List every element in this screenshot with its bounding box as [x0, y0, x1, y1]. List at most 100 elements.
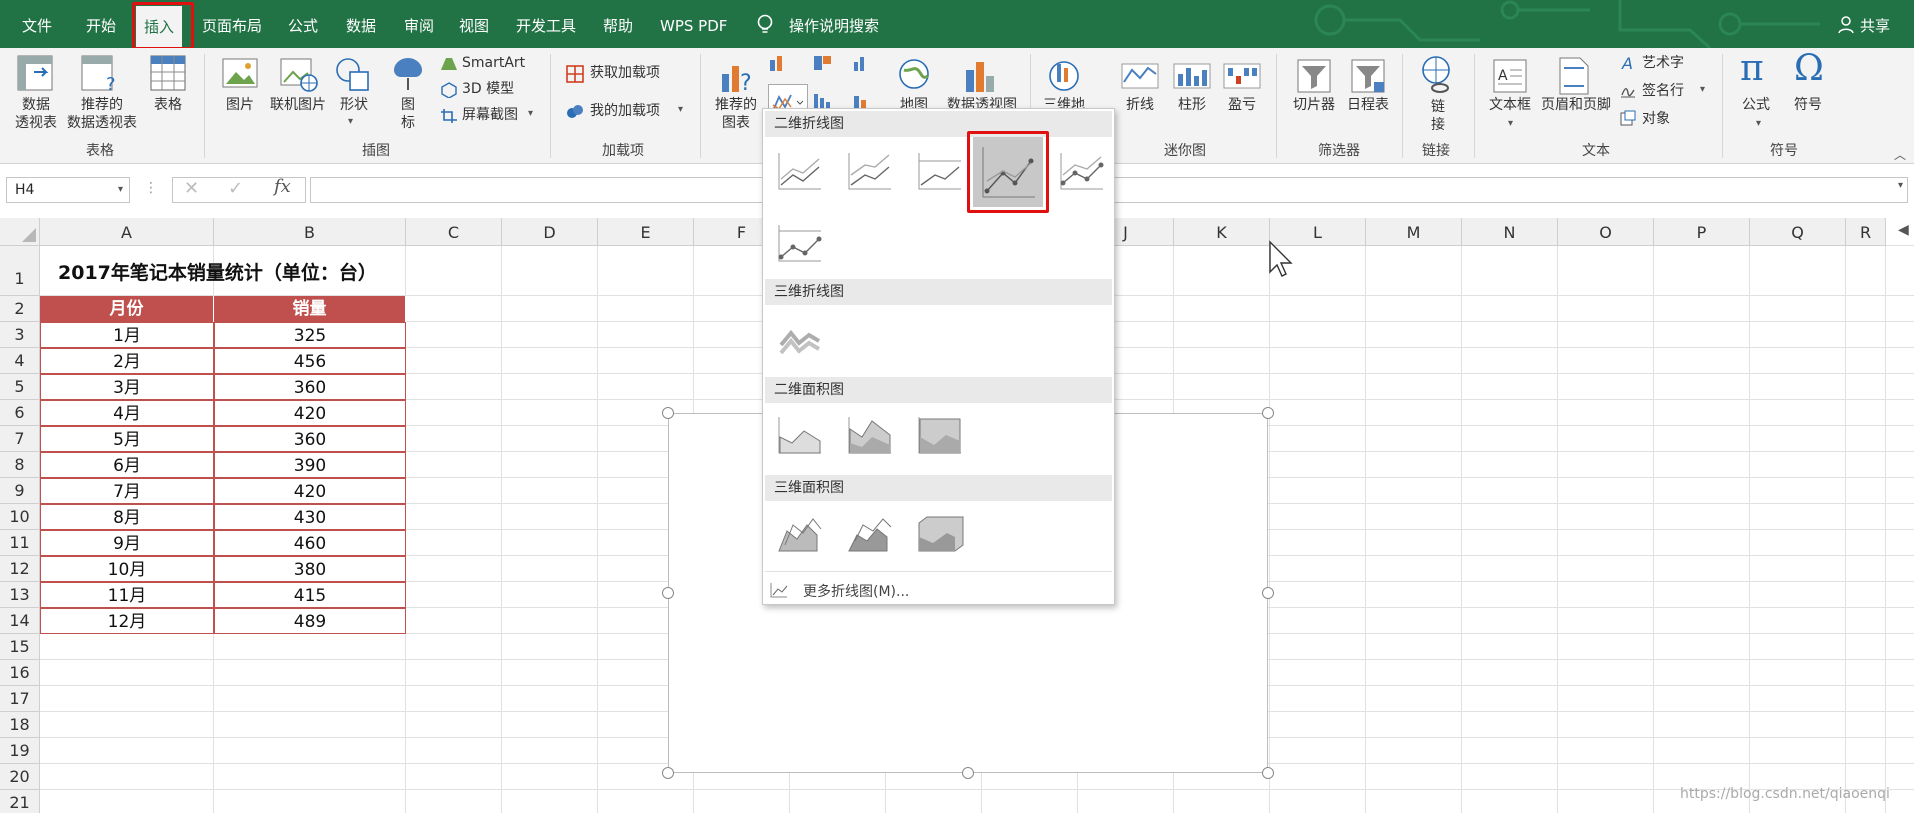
menu-formulas[interactable]: 公式: [288, 0, 318, 48]
row-header[interactable]: 12: [0, 556, 40, 582]
online-picture-button[interactable]: 联机图片: [266, 96, 330, 114]
row-header[interactable]: 14: [0, 608, 40, 634]
column-header[interactable]: K: [1174, 218, 1270, 246]
3d-stacked-area-option-icon[interactable]: [845, 511, 895, 557]
table-cell[interactable]: 360: [214, 426, 406, 452]
recommended-pivot-button[interactable]: 推荐的 数据透视表: [62, 96, 142, 132]
table-cell[interactable]: 5月: [40, 426, 214, 452]
table-cell[interactable]: 415: [214, 582, 406, 608]
column-header[interactable]: N: [1462, 218, 1558, 246]
3d-line-option-icon[interactable]: [775, 315, 825, 361]
resize-handle[interactable]: [962, 767, 974, 779]
menu-file[interactable]: 文件: [22, 0, 52, 48]
name-box[interactable]: H4 ▾: [6, 177, 130, 203]
select-all-corner[interactable]: [0, 218, 40, 246]
column-header[interactable]: Q: [1750, 218, 1846, 246]
resize-handle[interactable]: [662, 407, 674, 419]
pivot-table-button[interactable]: 数据 透视表: [12, 96, 60, 132]
tell-me-search[interactable]: 操作说明搜索: [789, 0, 879, 48]
row-header[interactable]: 19: [0, 738, 40, 764]
resize-handle[interactable]: [662, 587, 674, 599]
resize-handle[interactable]: [662, 767, 674, 779]
picture-button[interactable]: 图片: [218, 96, 262, 114]
table-cell[interactable]: 380: [214, 556, 406, 582]
stacked-area-option-icon[interactable]: [845, 413, 895, 459]
3d-area-option-icon[interactable]: [775, 511, 825, 557]
table-cell[interactable]: 420: [214, 400, 406, 426]
menu-home[interactable]: 开始: [86, 0, 116, 48]
100-stacked-area-option-icon[interactable]: [915, 413, 965, 459]
wordart-button[interactable]: 艺术字: [1642, 54, 1684, 72]
table-cell[interactable]: 460: [214, 530, 406, 556]
menu-view[interactable]: 视图: [459, 0, 489, 48]
cancel-icon[interactable]: ✕: [184, 178, 199, 199]
object-button[interactable]: 对象: [1642, 110, 1670, 128]
row-header[interactable]: 20: [0, 764, 40, 790]
row-header[interactable]: 15: [0, 634, 40, 660]
area-option-icon[interactable]: [775, 413, 825, 459]
column-header[interactable]: P: [1654, 218, 1750, 246]
smartart-button[interactable]: SmartArt: [462, 54, 525, 72]
table-cell[interactable]: 430: [214, 504, 406, 530]
signature-line-button[interactable]: 签名行: [1642, 82, 1684, 100]
sparkline-column-button[interactable]: 柱形: [1170, 96, 1214, 114]
menu-developer[interactable]: 开发工具: [516, 0, 576, 48]
menu-data[interactable]: 数据: [346, 0, 376, 48]
stacked-line-markers-option-icon[interactable]: [1057, 149, 1107, 195]
3d-100-stacked-area-option-icon[interactable]: [915, 511, 965, 557]
table-header-cell[interactable]: 销量: [214, 296, 406, 322]
table-cell[interactable]: 489: [214, 608, 406, 634]
equation-button[interactable]: 公式: [1742, 96, 1770, 114]
table-cell[interactable]: 456: [214, 348, 406, 374]
timeline-button[interactable]: 日程表: [1342, 96, 1394, 114]
table-cell[interactable]: 3月: [40, 374, 214, 400]
shapes-button[interactable]: 形状: [332, 96, 376, 114]
row-header[interactable]: 16: [0, 660, 40, 686]
recommended-charts-button[interactable]: 推荐的 图表: [708, 96, 764, 132]
resize-handle[interactable]: [1262, 767, 1274, 779]
row-header[interactable]: 4: [0, 348, 40, 374]
menu-wps-pdf[interactable]: WPS PDF: [660, 0, 727, 48]
table-cell[interactable]: 9月: [40, 530, 214, 556]
header-footer-button[interactable]: 页眉和页脚: [1536, 96, 1616, 114]
row-header[interactable]: 10: [0, 504, 40, 530]
table-cell[interactable]: 420: [214, 478, 406, 504]
confirm-icon[interactable]: ✓: [228, 178, 243, 199]
get-addins-button[interactable]: 获取加载项: [590, 64, 660, 82]
row-header[interactable]: 5: [0, 374, 40, 400]
table-button[interactable]: 表格: [146, 96, 190, 114]
column-header[interactable]: A: [40, 218, 214, 246]
line-chart-option-icon[interactable]: [775, 149, 825, 195]
table-cell[interactable]: 360: [214, 374, 406, 400]
row-header[interactable]: 6: [0, 400, 40, 426]
row-header[interactable]: 7: [0, 426, 40, 452]
table-cell[interactable]: 325: [214, 322, 406, 348]
screenshot-button[interactable]: 屏幕截图: [462, 106, 518, 124]
menu-help[interactable]: 帮助: [603, 0, 633, 48]
sparkline-winloss-button[interactable]: 盈亏: [1220, 96, 1264, 114]
row-header[interactable]: 11: [0, 530, 40, 556]
insert-function-button[interactable]: fx: [274, 176, 291, 197]
share-button[interactable]: 共享: [1860, 0, 1890, 48]
table-cell[interactable]: 2月: [40, 348, 214, 374]
row-header[interactable]: 3: [0, 322, 40, 348]
3d-model-button[interactable]: 3D 模型: [462, 80, 514, 98]
column-header[interactable]: M: [1366, 218, 1462, 246]
my-addins-button[interactable]: 我的加载项: [590, 102, 660, 120]
stacked-line-option-icon[interactable]: [845, 149, 895, 195]
column-header[interactable]: C: [406, 218, 502, 246]
table-cell[interactable]: 12月: [40, 608, 214, 634]
row-header[interactable]: 13: [0, 582, 40, 608]
symbol-button[interactable]: 符号: [1794, 96, 1822, 114]
row-header[interactable]: 18: [0, 712, 40, 738]
column-header[interactable]: O: [1558, 218, 1654, 246]
row-header[interactable]: 21: [0, 790, 40, 813]
scroll-right-icon[interactable]: ◀: [1898, 222, 1909, 238]
row-header[interactable]: 2: [0, 296, 40, 322]
menu-page-layout[interactable]: 页面布局: [202, 0, 262, 48]
table-cell[interactable]: 7月: [40, 478, 214, 504]
icons-button[interactable]: 图 标: [396, 96, 420, 132]
row-header[interactable]: 8: [0, 452, 40, 478]
resize-handle[interactable]: [1262, 587, 1274, 599]
row-header[interactable]: 17: [0, 686, 40, 712]
